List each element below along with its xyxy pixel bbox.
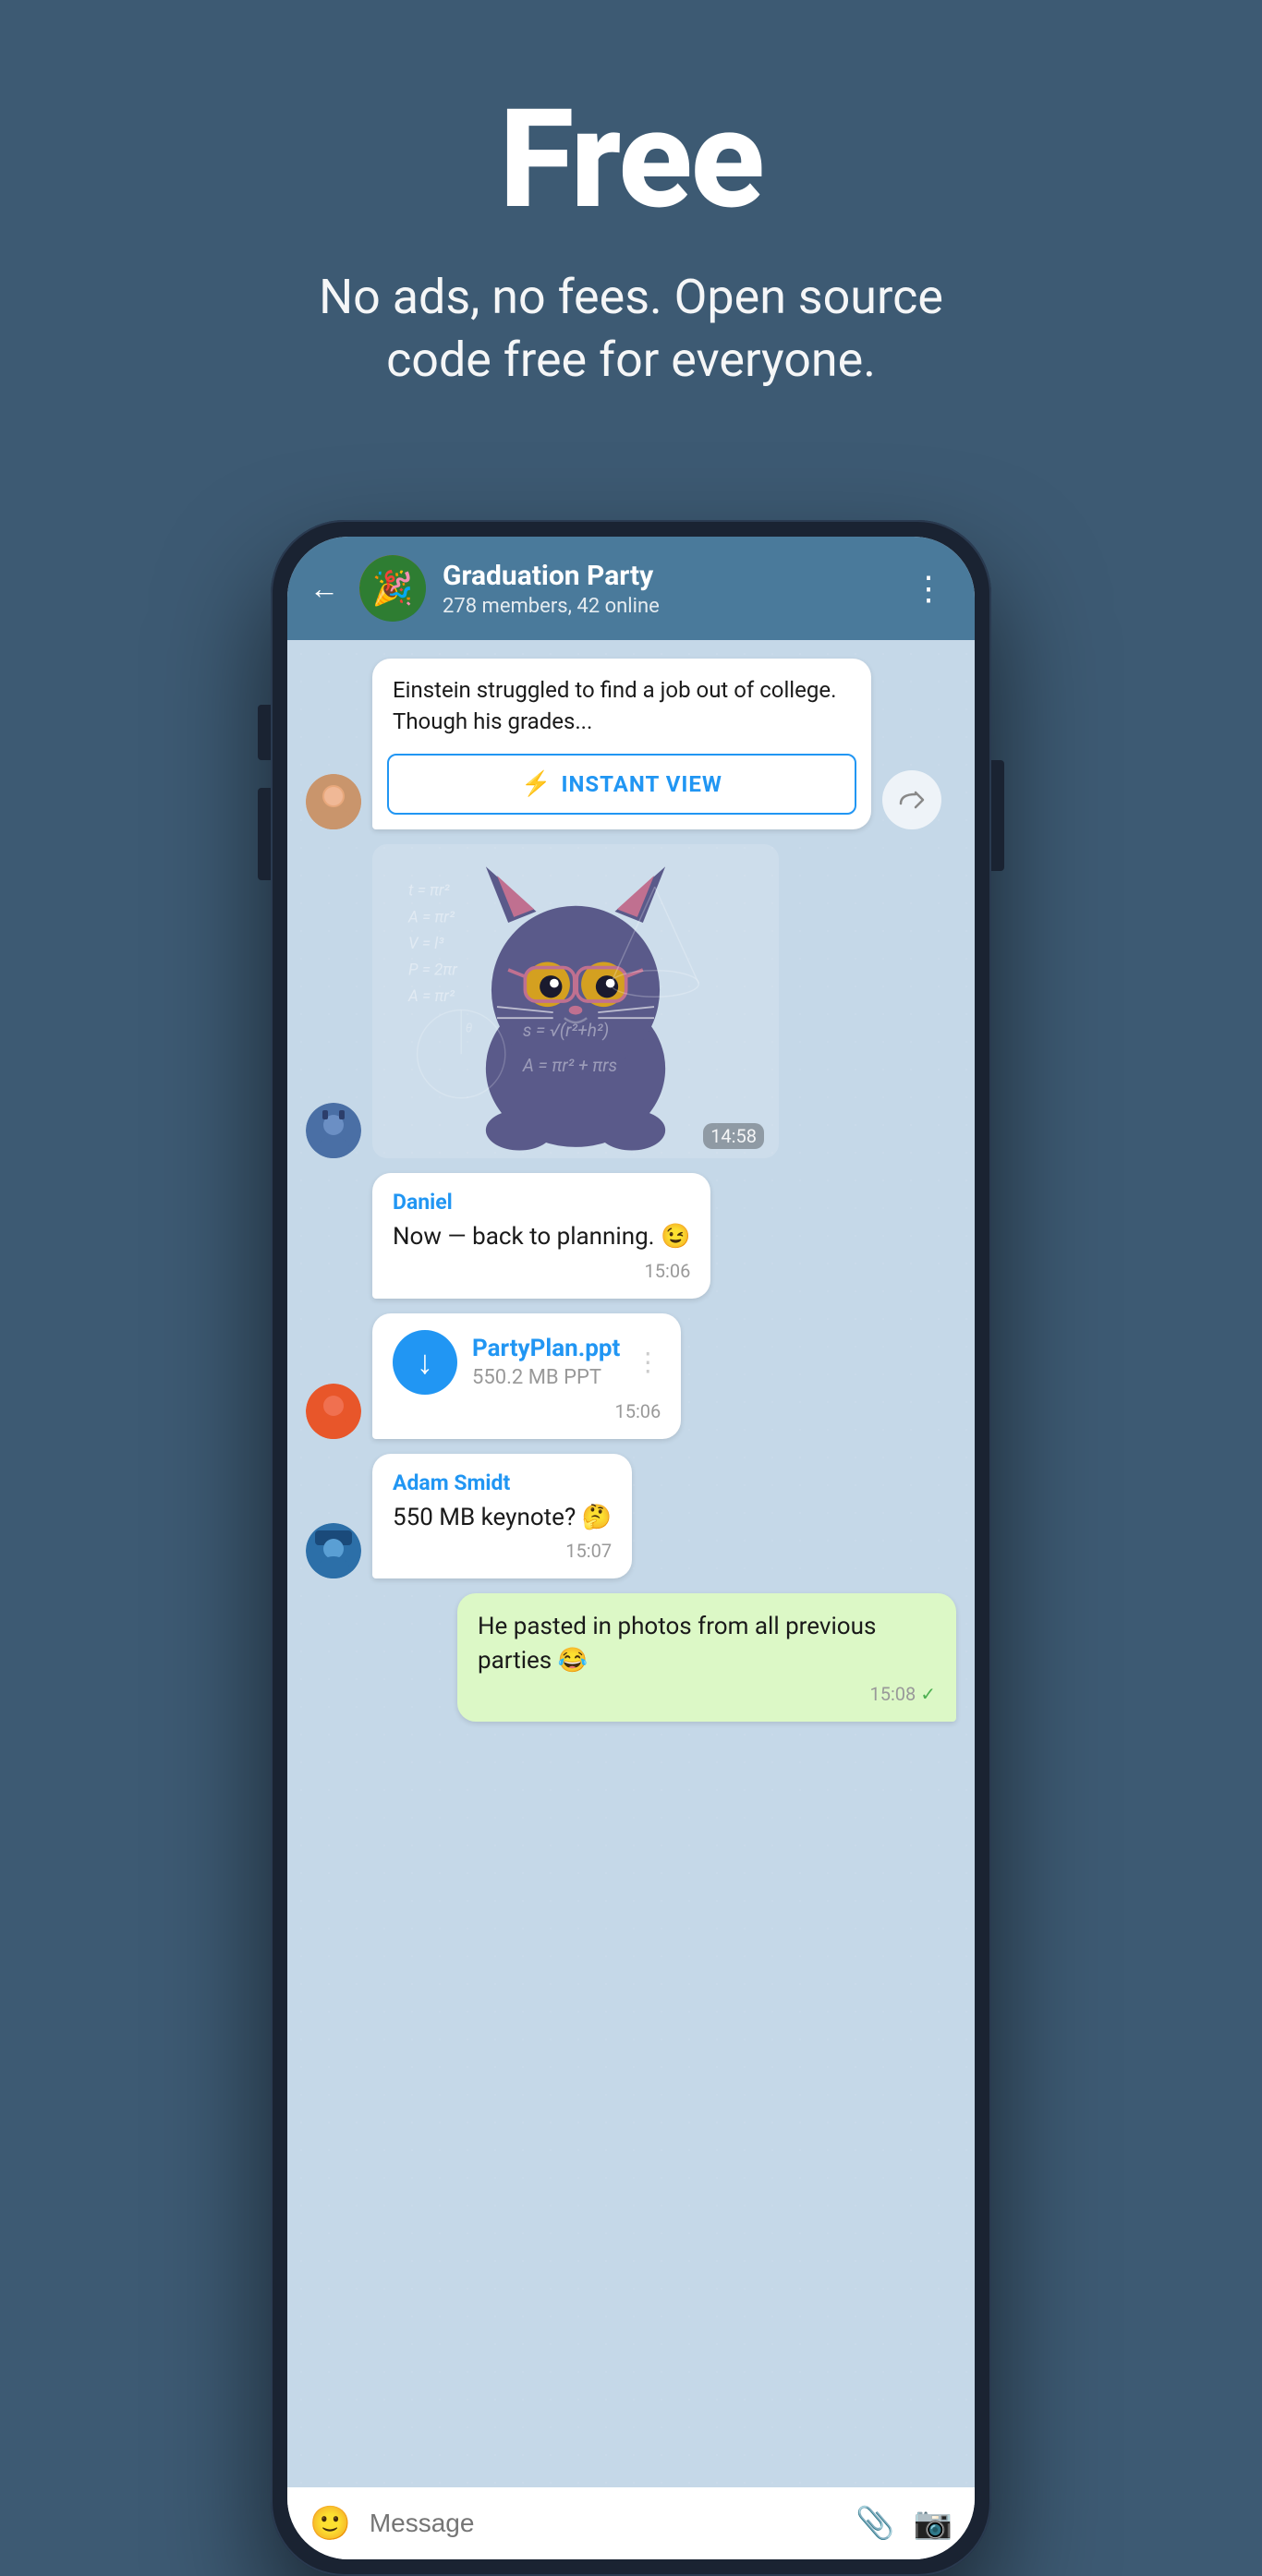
sticker-background: t = πr² A = πr² V = l³ P = 2πr A = πr² s… bbox=[372, 844, 779, 1158]
link-preview-bubble: Einstein struggled to find a job out of … bbox=[372, 659, 871, 829]
message-text: He pasted in photos from all previous pa… bbox=[478, 1610, 936, 1677]
side-button-vol-down bbox=[258, 788, 271, 880]
phone-mockup: ← 🎉 Graduation Party 278 members, 42 onl… bbox=[271, 520, 991, 2576]
message-sender: Daniel bbox=[393, 1190, 690, 1215]
file-row: ↓ PartyPlan.ppt 550.2 MB PPT ⋮ bbox=[393, 1330, 661, 1395]
emoji-button[interactable]: 🙂 bbox=[309, 2504, 351, 2543]
svg-text:A = πr² + πrs: A = πr² + πrs bbox=[522, 1056, 617, 1077]
hero-title: Free bbox=[37, 92, 1225, 229]
message-sender: Adam Smidt bbox=[393, 1470, 612, 1495]
group-avatar-image: 🎉 bbox=[359, 555, 426, 622]
avatar bbox=[306, 1103, 361, 1158]
message-time: 15:07 bbox=[393, 1540, 612, 1562]
download-icon: ↓ bbox=[417, 1343, 433, 1382]
download-button[interactable]: ↓ bbox=[393, 1330, 457, 1395]
svg-text:s = √(r²+h²): s = √(r²+h²) bbox=[523, 1020, 609, 1041]
avatar-image bbox=[306, 774, 361, 829]
svg-text:A = πr²: A = πr² bbox=[407, 987, 455, 1006]
sticker-time: 14:58 bbox=[703, 1123, 764, 1149]
svg-text:θ: θ bbox=[466, 1022, 472, 1036]
link-preview-text: Einstein struggled to find a job out of … bbox=[372, 659, 871, 746]
group-info: Graduation Party 278 members, 42 online bbox=[443, 560, 888, 618]
avatar bbox=[306, 1523, 361, 1578]
message-text: Now — back to planning. 😉 bbox=[393, 1220, 690, 1253]
message-row: Daniel Now — back to planning. 😉 15:06 bbox=[306, 1173, 956, 1298]
lightning-icon: ⚡ bbox=[521, 770, 552, 798]
message-time: 15:06 bbox=[393, 1260, 690, 1282]
svg-text:t = πr²: t = πr² bbox=[408, 882, 450, 901]
file-name: PartyPlan.ppt bbox=[472, 1335, 620, 1362]
camera-button[interactable]: 📷 bbox=[914, 2505, 953, 2542]
file-more-options[interactable]: ⋮ bbox=[635, 1347, 661, 1377]
hero-subtitle: No ads, no fees. Open source code free f… bbox=[271, 266, 991, 391]
instant-view-label: INSTANT VIEW bbox=[561, 771, 722, 797]
file-info: PartyPlan.ppt 550.2 MB PPT bbox=[472, 1335, 620, 1389]
svg-text:A = πr²: A = πr² bbox=[407, 909, 455, 927]
chat-header: ← 🎉 Graduation Party 278 members, 42 onl… bbox=[287, 537, 975, 640]
group-avatar: 🎉 bbox=[359, 555, 426, 622]
attach-button[interactable]: 📎 bbox=[855, 2505, 894, 2542]
file-bubble: ↓ PartyPlan.ppt 550.2 MB PPT ⋮ 15:06 bbox=[372, 1313, 681, 1439]
message-row: Adam Smidt 550 MB keynote? 🤔 15:07 bbox=[306, 1454, 956, 1578]
side-button-vol-up bbox=[258, 705, 271, 760]
avatar bbox=[306, 1384, 361, 1439]
group-name: Graduation Party bbox=[443, 560, 888, 592]
file-meta: 550.2 MB PPT bbox=[472, 1366, 620, 1389]
instant-view-button[interactable]: ⚡ INSTANT VIEW bbox=[387, 754, 856, 815]
svg-text:🎉: 🎉 bbox=[372, 569, 414, 608]
back-button[interactable]: ← bbox=[309, 571, 339, 606]
side-button-power bbox=[991, 760, 1004, 871]
message-row: ↓ PartyPlan.ppt 550.2 MB PPT ⋮ 15:06 bbox=[306, 1313, 956, 1439]
chat-input-bar: 🙂 📎 📷 bbox=[287, 2487, 975, 2559]
sticker-container: t = πr² A = πr² V = l³ P = 2πr A = πr² s… bbox=[372, 844, 779, 1158]
phone-screen: ← 🎉 Graduation Party 278 members, 42 onl… bbox=[287, 537, 975, 2559]
message-time: 15:06 bbox=[393, 1400, 661, 1422]
forward-button[interactable] bbox=[882, 770, 941, 829]
message-row: He pasted in photos from all previous pa… bbox=[306, 1593, 956, 1722]
message-time: 15:08 bbox=[478, 1683, 936, 1705]
text-bubble: Adam Smidt 550 MB keynote? 🤔 15:07 bbox=[372, 1454, 632, 1578]
message-text: 550 MB keynote? 🤔 bbox=[393, 1501, 612, 1534]
more-options-button[interactable]: ⋮ bbox=[904, 565, 953, 611]
message-input[interactable] bbox=[370, 2509, 837, 2538]
svg-text:P = 2πr: P = 2πr bbox=[408, 961, 458, 980]
text-bubble: Daniel Now — back to planning. 😉 15:06 bbox=[372, 1173, 710, 1298]
phone-outer: ← 🎉 Graduation Party 278 members, 42 onl… bbox=[271, 520, 991, 2576]
svg-text:V = l³: V = l³ bbox=[408, 935, 444, 953]
hero-section: Free No ads, no fees. Open source code f… bbox=[0, 0, 1262, 465]
math-background: t = πr² A = πr² V = l³ P = 2πr A = πr² s… bbox=[372, 844, 779, 1158]
outgoing-bubble: He pasted in photos from all previous pa… bbox=[457, 1593, 956, 1722]
group-members: 278 members, 42 online bbox=[443, 595, 888, 618]
sticker-row: t = πr² A = πr² V = l³ P = 2πr A = πr² s… bbox=[306, 844, 956, 1158]
avatar bbox=[306, 774, 361, 829]
message-row: Einstein struggled to find a job out of … bbox=[306, 659, 956, 829]
chat-body: Einstein struggled to find a job out of … bbox=[287, 640, 975, 2487]
